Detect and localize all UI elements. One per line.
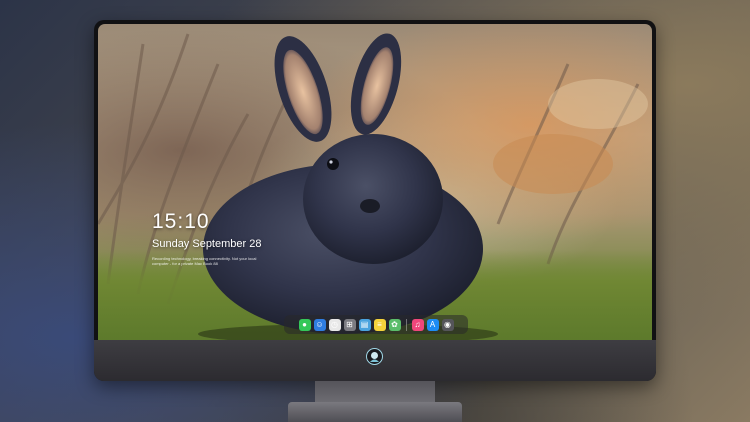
clapper-icon[interactable]: ▤ bbox=[358, 318, 371, 331]
clock-icon[interactable]: ◷ bbox=[328, 318, 341, 331]
monitor-stand-neck bbox=[315, 381, 435, 403]
notes-icon[interactable]: ≡ bbox=[373, 318, 386, 331]
brand-logo-icon bbox=[366, 348, 383, 365]
monitor-stand-base bbox=[288, 402, 462, 422]
photos-icon[interactable]: ✿ bbox=[388, 318, 401, 331]
monitor: 15:10 Sunday September 28 Recording tech… bbox=[94, 20, 656, 381]
finder-icon[interactable]: ☺ bbox=[313, 318, 326, 331]
lock-screen-time: 15:10 bbox=[152, 210, 210, 233]
monitor-chin bbox=[94, 340, 656, 381]
lock-screen-date: Sunday September 28 bbox=[152, 238, 262, 250]
dock-separator bbox=[405, 318, 407, 331]
messages-icon[interactable]: ● bbox=[298, 318, 311, 331]
dock: ● ☺ ◷ ⊞ ▤ ≡ ✿ ♫ A ◉ bbox=[284, 315, 468, 334]
lock-screen-message: Recording technology, breaking connectiv… bbox=[152, 256, 257, 266]
camera-icon[interactable]: ◉ bbox=[441, 318, 454, 331]
app-store-icon[interactable]: A bbox=[426, 318, 439, 331]
launchpad-icon[interactable]: ⊞ bbox=[343, 318, 356, 331]
bunny-wallpaper bbox=[198, 33, 498, 340]
music-icon[interactable]: ♫ bbox=[411, 318, 424, 331]
desktop-screen: 15:10 Sunday September 28 Recording tech… bbox=[98, 24, 652, 340]
